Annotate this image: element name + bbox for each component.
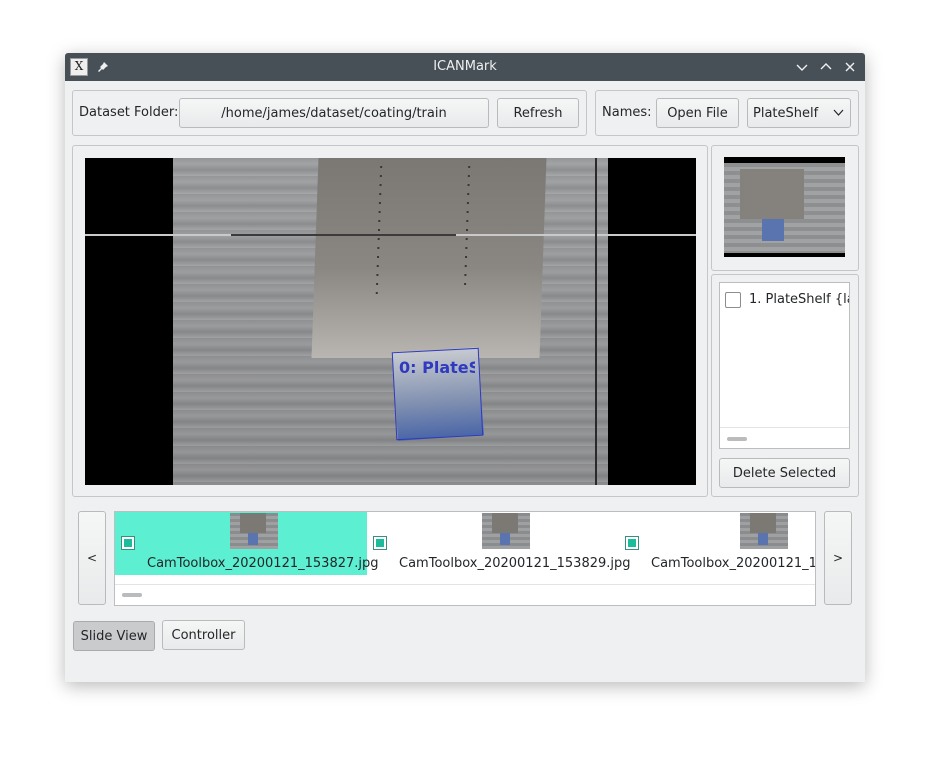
strip-item[interactable]: CamToolbox_20200121_153829.jpg — [367, 512, 631, 575]
strip-item[interactable]: CamToolbox_20200121_153827.jpg — [115, 512, 379, 575]
prev-image-button[interactable]: < — [78, 511, 106, 605]
image-photo: 0: PlateSh — [173, 158, 608, 485]
names-label: Names: — [602, 105, 652, 120]
annotation-canvas[interactable]: 0: PlateSh — [85, 158, 696, 485]
strip-scrollbar[interactable] — [122, 593, 142, 597]
minimize-icon[interactable] — [792, 53, 812, 81]
dataset-group: Dataset Folder: /home/james/dataset/coat… — [72, 90, 587, 136]
strip-item-name: CamToolbox_20200121_153 — [651, 556, 816, 571]
list-item[interactable]: 1. PlateShelf {lab — [720, 289, 849, 311]
preview-thumbnail — [724, 157, 845, 257]
plate-object — [311, 158, 547, 358]
controller-button[interactable]: Controller — [162, 620, 245, 650]
chevron-down-icon — [833, 107, 844, 122]
strip-checkbox[interactable] — [373, 536, 387, 550]
label-item-text: 1. PlateShelf {lab — [749, 292, 849, 307]
names-group: Names: Open File PlateShelf — [595, 90, 859, 136]
dataset-path-button[interactable]: /home/james/dataset/coating/train — [179, 98, 489, 128]
crosshair-vertical — [595, 158, 597, 485]
maximize-icon[interactable] — [816, 53, 836, 81]
close-icon[interactable] — [840, 53, 860, 81]
crosshair-horizontal-shadow — [231, 234, 456, 236]
strip-checkbox[interactable] — [121, 536, 135, 550]
strip-item[interactable]: CamToolbox_20200121_153 — [619, 512, 816, 575]
names-select[interactable]: PlateShelf — [747, 98, 851, 128]
delete-selected-button[interactable]: Delete Selected — [719, 458, 850, 488]
next-image-button[interactable]: > — [824, 511, 852, 605]
strip-item-name: CamToolbox_20200121_153829.jpg — [399, 556, 631, 571]
window-title: ICANMark — [433, 59, 497, 74]
open-file-button[interactable]: Open File — [656, 98, 739, 128]
slide-view-button[interactable]: Slide View — [73, 621, 155, 651]
strip-thumbnail — [482, 513, 530, 549]
strip-checkbox[interactable] — [625, 536, 639, 550]
app-window: X ICANMark Dataset Folder: /home/james/d… — [65, 53, 865, 682]
strip-item-name: CamToolbox_20200121_153827.jpg — [147, 556, 379, 571]
bounding-box-label: 0: PlateSh — [399, 358, 475, 377]
labels-list[interactable]: 1. PlateShelf {lab — [719, 282, 850, 449]
strip-thumbnail — [230, 513, 278, 549]
title-bar: X ICANMark — [65, 53, 865, 81]
labels-scrollbar[interactable] — [727, 437, 747, 441]
image-strip: CamToolbox_20200121_153827.jpg CamToolbo… — [114, 511, 816, 606]
refresh-button[interactable]: Refresh — [497, 98, 579, 128]
dataset-folder-label: Dataset Folder: — [79, 105, 179, 120]
names-select-value: PlateShelf — [753, 105, 819, 121]
label-checkbox[interactable] — [725, 292, 741, 308]
strip-thumbnail — [740, 513, 788, 549]
